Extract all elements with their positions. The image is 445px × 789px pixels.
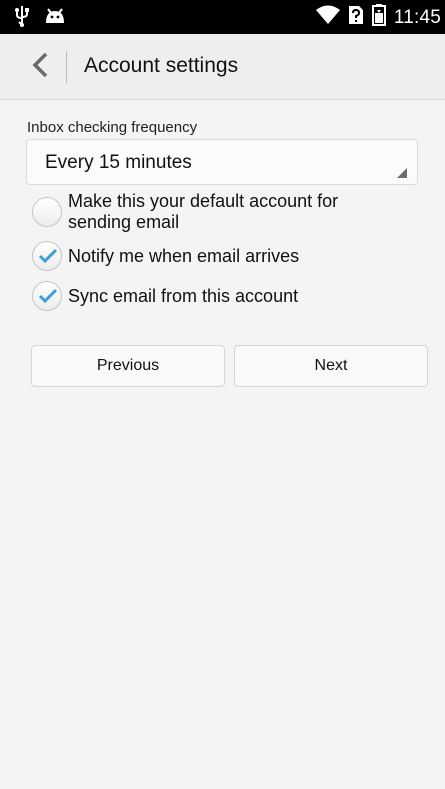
- frequency-spinner[interactable]: Every 15 minutes: [26, 139, 418, 185]
- notify-label: Notify me when email arrives: [68, 245, 300, 266]
- action-bar: Account settings: [0, 34, 445, 100]
- default-account-checkbox[interactable]: [32, 197, 62, 227]
- default-account-option[interactable]: Make this your default account for sendi…: [32, 191, 427, 233]
- previous-button[interactable]: Previous: [31, 345, 225, 387]
- status-time: 11:45: [393, 6, 441, 28]
- checkmark-icon: [38, 288, 58, 304]
- dropdown-corner-icon: [397, 168, 407, 178]
- frequency-value: Every 15 minutes: [45, 152, 192, 173]
- sync-checkbox[interactable]: [32, 281, 62, 311]
- wifi-icon: [315, 5, 340, 30]
- default-account-label: Make this your default account for sendi…: [68, 191, 339, 232]
- next-button[interactable]: Next: [234, 345, 428, 387]
- sync-label: Sync email from this account: [68, 285, 299, 306]
- frequency-label: Inbox checking frequency: [27, 119, 198, 136]
- chevron-left-icon: [31, 52, 49, 83]
- back-button[interactable]: [22, 48, 58, 86]
- page-title: Account settings: [84, 54, 239, 77]
- sync-option[interactable]: Sync email from this account: [32, 281, 427, 311]
- usb-icon: [14, 5, 30, 32]
- notify-checkbox[interactable]: [32, 241, 62, 271]
- android-icon: [44, 7, 66, 30]
- sim-unknown-icon: [348, 5, 364, 30]
- status-bar: 11:45: [0, 0, 445, 34]
- action-bar-divider: [66, 51, 67, 83]
- battery-icon: [371, 4, 386, 31]
- checkmark-icon: [38, 248, 58, 264]
- notify-option[interactable]: Notify me when email arrives: [32, 241, 427, 271]
